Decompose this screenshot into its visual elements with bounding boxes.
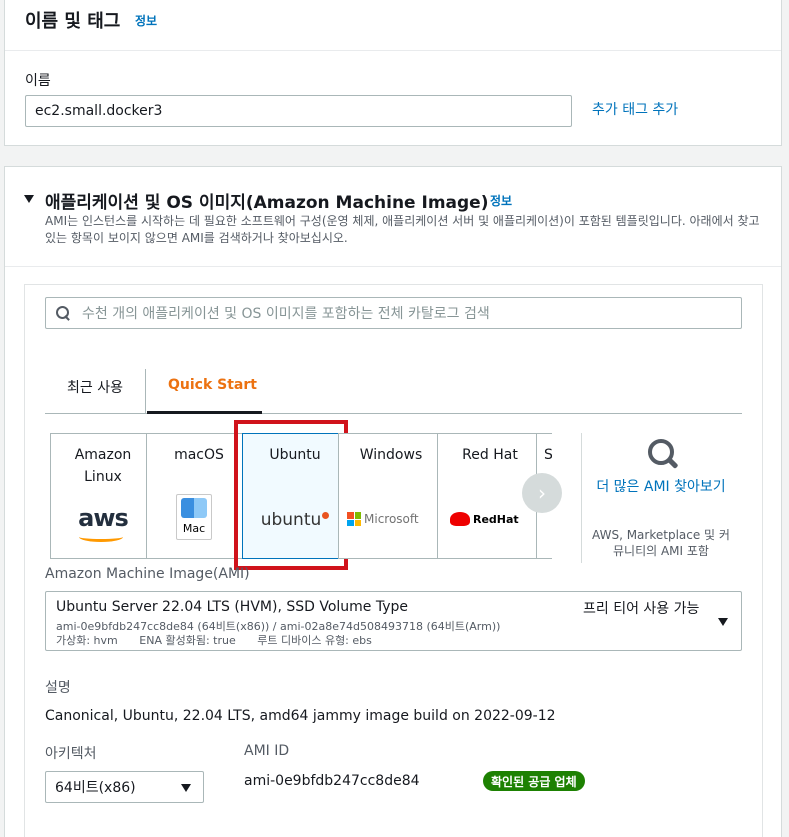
architecture-label: 아키텍처 xyxy=(45,746,97,762)
ami-section-title: 애플리케이션 및 OS 이미지(Amazon Machine Image) xyxy=(45,193,489,213)
os-card-label: Red Hat xyxy=(462,447,518,463)
os-card-label: Windows xyxy=(359,447,423,463)
tab-quick-start[interactable]: Quick Start xyxy=(168,377,257,393)
name-input[interactable]: ec2.small.docker3 xyxy=(25,95,572,127)
selected-highlight-frame xyxy=(234,420,348,570)
name-section-title: 이름 및 태그 xyxy=(25,11,121,32)
os-card-windows[interactable]: Windows Microsoft xyxy=(338,433,444,559)
description-label: 설명 xyxy=(45,680,71,696)
name-info-link[interactable]: 정보 xyxy=(135,12,157,29)
architecture-value: 64비트(x86) xyxy=(55,780,136,796)
tab-separator xyxy=(145,369,146,413)
os-card-amazon-linux[interactable]: Amazon Linux aws xyxy=(50,433,156,559)
aws-logo: aws xyxy=(78,504,129,532)
red-hat-logo: RedHat xyxy=(450,512,519,526)
browse-more-ami-desc: AWS, Marketplace 및 커뮤니티의 AMI 포함 xyxy=(592,528,730,558)
tab-recent[interactable]: 최근 사용 xyxy=(67,377,123,397)
name-and-tags-panel: 이름 및 태그 정보 이름 ec2.small.docker3 추가 태그 추가 xyxy=(4,0,782,146)
ami-panel: 애플리케이션 및 OS 이미지(Amazon Machine Image) 정보… xyxy=(4,166,782,837)
cards-divider xyxy=(581,433,582,563)
ami-root-device: 루트 디바이스 유형: ebs xyxy=(257,634,372,647)
verified-provider-badge: 확인된 공급 업체 xyxy=(483,771,585,791)
ami-select[interactable]: Ubuntu Server 22.04 LTS (HVM), SSD Volum… xyxy=(45,591,742,651)
ami-id-label: AMI ID xyxy=(244,743,290,759)
description-value: Canonical, Ubuntu, 22.04 LTS, amd64 jamm… xyxy=(45,708,556,724)
ami-panel-header: 애플리케이션 및 OS 이미지(Amazon Machine Image) 정보… xyxy=(5,167,781,267)
search-placeholder: 수천 개의 애플리케이션 및 OS 이미지를 포함하는 전체 카탈로그 검색 xyxy=(82,306,490,322)
os-card-label: Amazon Linux xyxy=(74,447,132,485)
ami-virtualization: 가상화: hvm xyxy=(56,634,118,647)
ami-info-link[interactable]: 정보 xyxy=(490,192,512,209)
ami-id-value: ami-0e9bfdb247cc8de84 xyxy=(244,773,420,789)
magnifier-icon[interactable] xyxy=(646,437,680,471)
add-tag-link[interactable]: 추가 태그 추가 xyxy=(592,99,678,119)
ami-search-input[interactable]: 수천 개의 애플리케이션 및 OS 이미지를 포함하는 전체 카탈로그 검색 xyxy=(45,297,742,329)
architecture-select[interactable]: 64비트(x86) xyxy=(45,771,204,803)
microsoft-logo: Microsoft xyxy=(347,512,419,526)
search-icon xyxy=(56,306,70,320)
architecture-caret-icon xyxy=(181,784,191,792)
ami-dropdown-caret-icon xyxy=(718,618,728,626)
red-hat-icon xyxy=(450,512,470,526)
active-tab-indicator xyxy=(147,411,262,414)
ami-attributes: 가상화: hvm ENA 활성화됨: true 루트 디바이스 유형: ebs xyxy=(56,632,372,648)
ami-description: AMI는 인스턴스를 시작하는 데 필요한 소프트웨어 구성(운영 체제, 애플… xyxy=(45,214,760,245)
windows-icon xyxy=(347,512,361,526)
mac-logo-text: Mac xyxy=(182,522,206,535)
ami-ena: ENA 활성화됨: true xyxy=(139,634,236,647)
ami-selector-container: 수천 개의 애플리케이션 및 OS 이미지를 포함하는 전체 카탈로그 검색 최… xyxy=(24,284,763,837)
ami-field-label: Amazon Machine Image(AMI) xyxy=(45,566,250,582)
collapse-caret-icon[interactable] xyxy=(24,195,34,203)
free-tier-label: 프리 티어 사용 가능 xyxy=(583,601,700,617)
aws-smile-icon xyxy=(79,532,123,542)
browse-more-ami-link[interactable]: 더 많은 AMI 찾아보기 xyxy=(591,477,731,497)
name-label: 이름 xyxy=(25,73,51,89)
ami-name: Ubuntu Server 22.04 LTS (HVM), SSD Volum… xyxy=(56,599,409,615)
red-hat-logo-text: RedHat xyxy=(473,512,519,526)
carousel-next-button[interactable]: › xyxy=(522,473,562,513)
microsoft-logo-text: Microsoft xyxy=(364,512,419,526)
os-card-label: S xyxy=(544,444,552,466)
finder-icon xyxy=(181,498,207,518)
name-panel-header: 이름 및 태그 정보 xyxy=(5,0,781,51)
mac-logo: Mac xyxy=(176,494,212,540)
